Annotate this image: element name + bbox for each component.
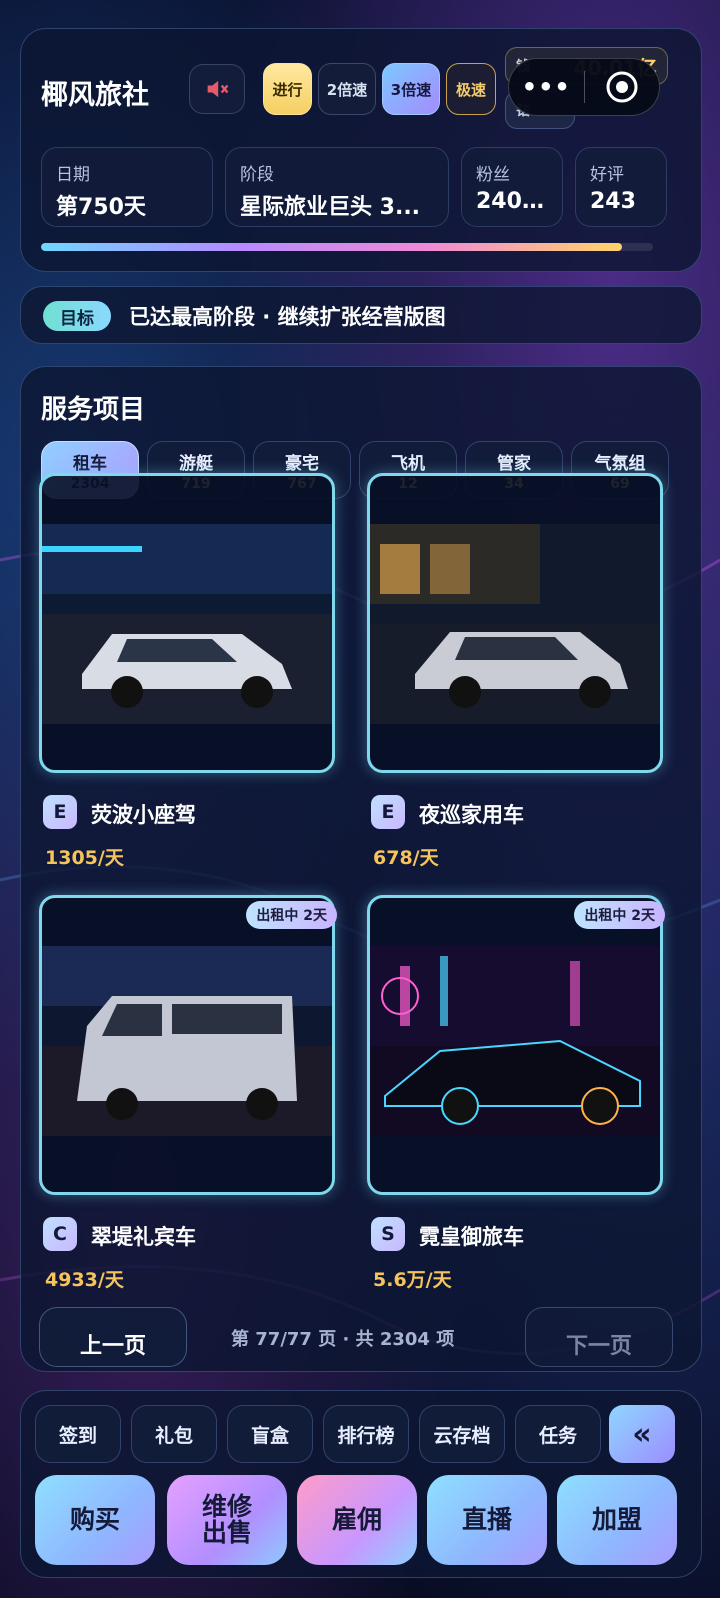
- card-name: 荧波小座驾: [91, 803, 196, 827]
- card-price: 4933/天: [45, 1269, 124, 1291]
- leaderboard-button[interactable]: 排行榜: [323, 1405, 409, 1463]
- stat-rating: 好评 243: [575, 147, 667, 227]
- speed-3x-button[interactable]: 3倍速: [382, 63, 440, 115]
- stat-label: 粉丝: [476, 165, 510, 185]
- card-price: 678/天: [373, 847, 439, 869]
- goal-text: 已达最高阶段 · 继续扩张经营版图: [129, 305, 446, 329]
- tab-label: 飞机: [391, 454, 425, 474]
- tab-label: 管家: [497, 454, 531, 474]
- card-image-frame: [367, 895, 663, 1195]
- more-menu-button[interactable]: •••: [509, 73, 584, 101]
- rental-status-badge: 出租中 2天: [574, 901, 665, 929]
- livestream-button[interactable]: 直播: [427, 1475, 547, 1565]
- stage-progress-bar: [41, 243, 653, 251]
- card-price: 5.6万/天: [373, 1269, 452, 1291]
- stat-label: 阶段: [240, 165, 274, 185]
- goal-banner: 目标 已达最高阶段 · 继续扩张经营版图: [20, 286, 702, 344]
- rental-status-badge: 出租中 2天: [246, 901, 337, 929]
- speed-2x-button[interactable]: 2倍速: [318, 63, 376, 115]
- speaker-muted-icon: [207, 80, 229, 98]
- sedan-car-image: [42, 524, 332, 724]
- grade-badge: S: [371, 1217, 405, 1251]
- repair-sell-button[interactable]: 维修 出售: [167, 1475, 287, 1565]
- speed-run-button[interactable]: 进行: [263, 63, 312, 115]
- stat-value: 第750天: [56, 195, 146, 220]
- prev-page-button[interactable]: 上一页: [39, 1307, 187, 1367]
- goal-tag: 目标: [43, 301, 111, 331]
- mute-button[interactable]: [189, 64, 245, 114]
- services-title: 服务项目: [41, 395, 146, 425]
- checkin-button[interactable]: 签到: [35, 1405, 121, 1463]
- services-panel: 服务项目 租车 2304 游艇 719 豪宅 767 飞机 12 管家 34 气…: [20, 366, 702, 1372]
- grade-badge: E: [43, 795, 77, 829]
- card-name: 霓皇御旅车: [419, 1225, 524, 1249]
- card-image-frame: [367, 473, 663, 773]
- stat-value: 243: [590, 189, 636, 214]
- card-image-frame: [39, 473, 335, 773]
- card-price: 1305/天: [45, 847, 124, 869]
- stat-stage: 阶段 星际旅业巨头 3...: [225, 147, 449, 227]
- card-image-frame: [39, 895, 335, 1195]
- stat-label: 日期: [56, 165, 90, 185]
- tasks-button[interactable]: 任务: [515, 1405, 601, 1463]
- card-name: 翠堤礼宾车: [91, 1225, 196, 1249]
- stat-fans: 粉丝 240....: [461, 147, 563, 227]
- stage-progress-fill: [41, 243, 623, 251]
- stat-label: 好评: [590, 165, 624, 185]
- page-info: 第 77/77 页 · 共 2304 项: [231, 1329, 455, 1350]
- stat-value: 240....: [476, 189, 548, 214]
- grade-badge: C: [43, 1217, 77, 1251]
- tab-label: 豪宅: [285, 454, 319, 474]
- close-miniprogram-button[interactable]: [585, 69, 660, 105]
- gift-pack-button[interactable]: 礼包: [131, 1405, 217, 1463]
- tab-label: 游艇: [179, 454, 213, 474]
- blind-box-button[interactable]: 盲盒: [227, 1405, 313, 1463]
- stat-date: 日期 第750天: [41, 147, 213, 227]
- van-image: [42, 946, 332, 1136]
- target-close-icon: [606, 71, 638, 103]
- shop-name: 椰风旅社: [41, 80, 149, 111]
- cloud-save-button[interactable]: 云存档: [419, 1405, 505, 1463]
- stat-value: 星际旅业巨头 3...: [240, 195, 421, 220]
- tab-label: 气氛组: [594, 454, 646, 474]
- franchise-button[interactable]: 加盟: [557, 1475, 677, 1565]
- family-car-image: [370, 524, 660, 724]
- buy-button[interactable]: 购买: [35, 1475, 155, 1565]
- hire-button[interactable]: 雇佣: [297, 1475, 417, 1565]
- collapse-menu-button[interactable]: «: [609, 1405, 675, 1463]
- tab-label: 租车: [73, 454, 107, 474]
- supercar-image: [370, 946, 660, 1136]
- next-page-button[interactable]: 下一页: [525, 1307, 673, 1367]
- action-panel: 签到 礼包 盲盒 排行榜 云存档 任务 « 购买 维修 出售 雇佣 直播 加盟: [20, 1390, 702, 1578]
- speed-max-button[interactable]: 极速: [446, 63, 496, 115]
- grade-badge: E: [371, 795, 405, 829]
- miniprogram-capsule: •••: [508, 58, 660, 116]
- card-name: 夜巡家用车: [419, 803, 524, 827]
